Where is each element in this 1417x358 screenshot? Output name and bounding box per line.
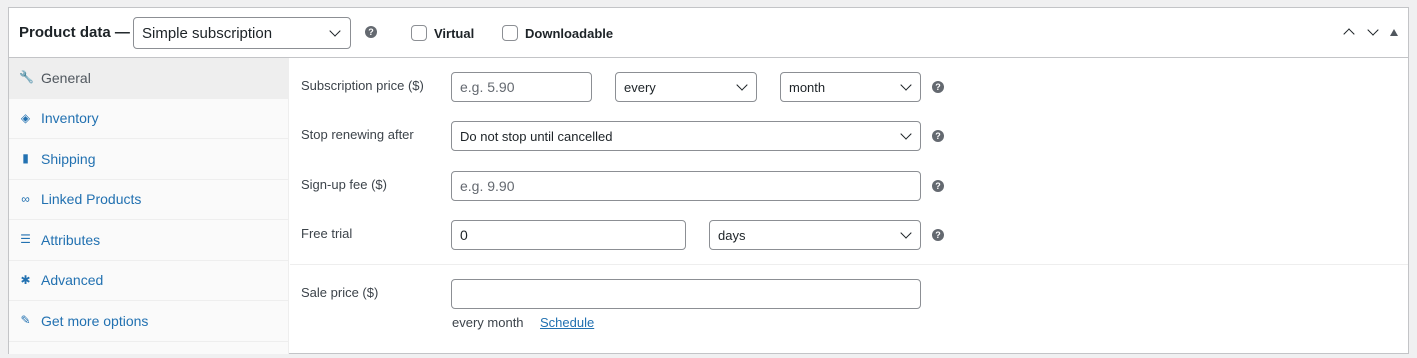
chevron-down-icon: [736, 79, 748, 91]
general-tab-content: Subscription price ($) e.g. 5.90 every m…: [290, 58, 1408, 354]
chevron-down-icon: [900, 128, 912, 140]
free-trial-period-select[interactable]: days: [709, 220, 921, 250]
plugin-icon: ✎: [20, 313, 31, 328]
downloadable-label: Downloadable: [525, 25, 614, 41]
virtual-checkbox[interactable]: Virtual: [411, 25, 474, 41]
product-data-header: Product data — Simple subscription ? Vir…: [9, 8, 1408, 58]
panel-title: Product data —: [19, 24, 130, 41]
chevron-down-icon: [329, 25, 341, 37]
field-label: Sale price ($): [301, 285, 379, 300]
field-label: Stop renewing after: [301, 127, 414, 142]
tab-label: Shipping: [41, 150, 96, 167]
collapse-toggle-icon[interactable]: [1390, 28, 1398, 36]
virtual-label: Virtual: [434, 25, 475, 41]
checkbox-box[interactable]: [411, 25, 427, 41]
tab-shipping[interactable]: ▮ Shipping: [9, 139, 288, 180]
checkbox-box[interactable]: [502, 25, 518, 41]
subscription-price-input[interactable]: e.g. 5.90: [451, 72, 592, 102]
tab-label: Advanced: [41, 272, 104, 289]
field-label: Subscription price ($): [301, 78, 424, 93]
tab-attributes[interactable]: ☰ Attributes: [9, 220, 288, 261]
truck-icon: ▮: [22, 151, 29, 166]
gear-icon: ✱: [20, 272, 31, 287]
input-placeholder: e.g. 5.90: [460, 79, 515, 95]
tab-get-more-options[interactable]: ✎ Get more options: [9, 301, 288, 342]
select-value: days: [718, 228, 746, 243]
field-label: Sign-up fee ($): [301, 177, 387, 192]
move-down-button[interactable]: [1366, 24, 1380, 39]
schedule-link[interactable]: Schedule: [540, 315, 594, 330]
product-type-select[interactable]: Simple subscription: [133, 17, 351, 49]
help-icon[interactable]: ?: [932, 130, 944, 142]
tag-icon: ◈: [20, 110, 31, 125]
move-up-button[interactable]: [1342, 25, 1356, 40]
help-icon[interactable]: ?: [932, 81, 944, 93]
tab-label: Linked Products: [41, 191, 142, 208]
signup-fee-input[interactable]: e.g. 9.90: [451, 171, 921, 201]
subscription-length-select[interactable]: Do not stop until cancelled: [451, 121, 921, 151]
tab-label: Get more options: [41, 312, 149, 329]
sale-price-period-text: every month: [452, 315, 524, 330]
select-value: month: [789, 80, 826, 95]
field-label: Free trial: [301, 226, 353, 241]
downloadable-checkbox[interactable]: Downloadable: [502, 25, 613, 41]
tab-linked-products[interactable]: ∞ Linked Products: [9, 180, 288, 220]
select-value: Do not stop until cancelled: [460, 129, 613, 144]
select-value: every: [624, 80, 656, 95]
list-icon: ☰: [20, 232, 31, 247]
free-trial-length-input[interactable]: 0: [451, 220, 686, 250]
chevron-down-icon: [900, 227, 912, 239]
product-data-panel: Product data — Simple subscription ? Vir…: [8, 7, 1409, 354]
chevron-up-icon: [1343, 28, 1355, 40]
section-divider: [290, 264, 1408, 265]
input-placeholder: e.g. 9.90: [460, 178, 515, 194]
tab-label: General: [41, 69, 91, 86]
wrench-icon: 🔧: [19, 70, 34, 85]
input-value: 0: [460, 227, 468, 243]
billing-interval-select[interactable]: every: [615, 72, 757, 102]
chevron-down-icon: [900, 79, 912, 91]
tab-general[interactable]: 🔧 General: [9, 58, 288, 99]
chevron-down-icon: [1367, 24, 1379, 36]
help-icon[interactable]: ?: [365, 26, 377, 38]
tab-label: Inventory: [41, 110, 99, 127]
billing-period-select[interactable]: month: [780, 72, 921, 102]
sale-price-input[interactable]: [451, 279, 921, 309]
tab-label: Attributes: [41, 231, 101, 248]
panel-controls: [1332, 24, 1398, 40]
link-icon: ∞: [21, 191, 30, 206]
tab-inventory[interactable]: ◈ Inventory: [9, 99, 288, 139]
tab-advanced[interactable]: ✱ Advanced: [9, 261, 288, 301]
product-type-value: Simple subscription: [142, 25, 273, 42]
help-icon[interactable]: ?: [932, 229, 944, 241]
product-data-tabs: 🔧 General ◈ Inventory ▮ Shipping ∞ Linke…: [9, 58, 289, 354]
help-icon[interactable]: ?: [932, 180, 944, 192]
